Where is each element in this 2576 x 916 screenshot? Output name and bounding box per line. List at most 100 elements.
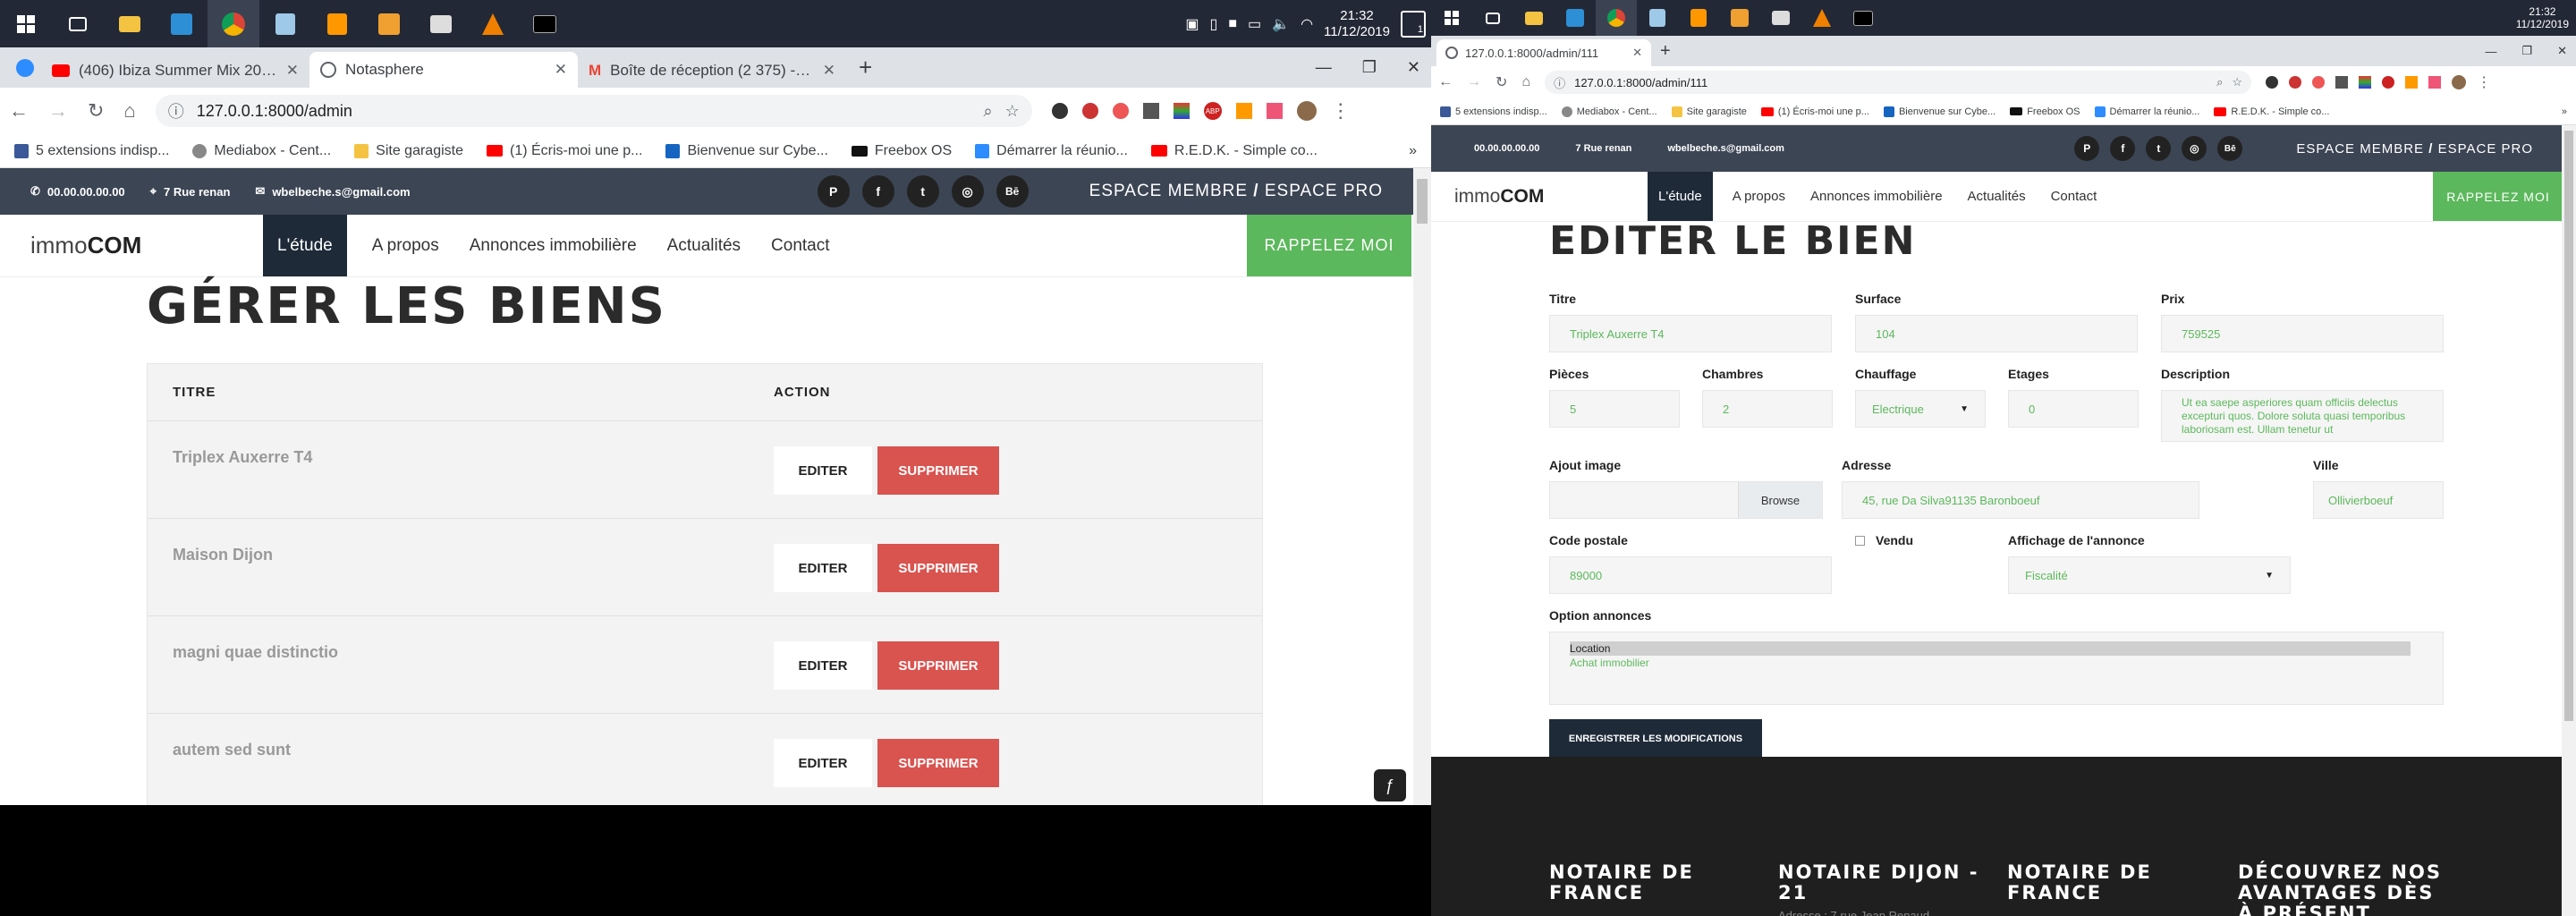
extension-icon[interactable]	[2266, 76, 2279, 89]
extension-icon[interactable]	[2405, 76, 2419, 89]
callback-button[interactable]: RAPPELEZ MOI	[2433, 172, 2563, 221]
vlc-button[interactable]	[1801, 0, 1843, 36]
maximize-icon[interactable]: ❐	[2521, 44, 2532, 58]
forward-icon[interactable]: →	[1467, 74, 1481, 90]
titre-input[interactable]: Triplex Auxerre T4	[1549, 315, 1832, 352]
search-icon[interactable]: ⌕	[2216, 75, 2223, 89]
close-window-icon[interactable]: ✕	[1407, 58, 1420, 77]
bookmark-item[interactable]: Bienvenue sur Cybe...	[665, 143, 828, 159]
cp-input[interactable]: 89000	[1549, 556, 1832, 594]
tab-search-button[interactable]	[9, 52, 41, 84]
vscode-button[interactable]	[1555, 0, 1596, 36]
extension-icon[interactable]	[2428, 76, 2442, 89]
bookmark-item[interactable]: Mediabox - Cent...	[1561, 106, 1657, 117]
back-icon[interactable]: ←	[9, 99, 29, 123]
extension-icon[interactable]	[2335, 76, 2349, 89]
maximize-icon[interactable]: ❐	[1362, 58, 1377, 77]
bookmark-item[interactable]: Site garagiste	[354, 143, 463, 159]
reload-icon[interactable]: ↻	[88, 99, 104, 123]
chrome-button[interactable]	[208, 0, 259, 47]
address-bar[interactable]: ⓘ 127.0.0.1:8000/admin/111 ⌕ ☆	[1545, 71, 2252, 94]
delete-button[interactable]: SUPPRIMER	[877, 739, 999, 787]
bookmark-item[interactable]: 5 extensions indisp...	[1440, 106, 1547, 117]
affichage-select[interactable]: Fiscalité ▼	[2008, 556, 2291, 594]
description-textarea[interactable]: Ut ea saepe asperiores quam officiis del…	[2161, 390, 2444, 442]
volume-icon[interactable]: 🔈	[1272, 15, 1290, 33]
option-item[interactable]: Achat immobilier	[1570, 656, 2411, 670]
new-tab-button[interactable]: +	[846, 54, 885, 81]
bookmark-item[interactable]: Freebox OS	[851, 143, 952, 159]
windows-start-button[interactable]	[1431, 0, 1472, 36]
sublime-button[interactable]	[311, 0, 363, 47]
profile-avatar[interactable]	[2452, 75, 2467, 89]
facebook-icon[interactable]: f	[861, 175, 894, 208]
delete-button[interactable]: SUPPRIMER	[877, 641, 999, 690]
pinterest-icon[interactable]: P	[817, 175, 850, 208]
bookmark-item[interactable]: R.E.D.K. - Simple co...	[2214, 106, 2329, 117]
member-link[interactable]: ESPACE MEMBRE	[2296, 141, 2424, 157]
menu-icon[interactable]: ⋮	[1331, 99, 1351, 123]
facebook-icon[interactable]: f	[2110, 136, 2136, 161]
star-icon[interactable]: ☆	[1005, 102, 1020, 121]
save-button[interactable]: ENREGISTRER LES MODIFICATIONS	[1549, 719, 1762, 759]
delete-button[interactable]: SUPPRIMER	[877, 544, 999, 592]
nav-actualites[interactable]: Actualités	[642, 215, 766, 276]
task-view-button[interactable]	[52, 0, 104, 47]
site-logo[interactable]: immoCOM	[1454, 186, 1648, 208]
chrome-button[interactable]	[1596, 0, 1637, 36]
twitter-icon[interactable]: t	[2146, 136, 2172, 161]
windows-start-button[interactable]	[0, 0, 52, 47]
pro-link[interactable]: ESPACE PRO	[2438, 141, 2533, 157]
nav-annonces[interactable]: Annonces immobilière	[464, 215, 642, 276]
profile-avatar[interactable]	[1296, 101, 1317, 121]
forward-icon[interactable]: →	[48, 99, 68, 123]
pro-link[interactable]: ESPACE PRO	[1265, 182, 1383, 200]
tab-youtube[interactable]: (406) Ibiza Summer Mix 2019 🍓 ✕	[41, 54, 309, 88]
page-scrollbar[interactable]	[2562, 125, 2576, 916]
more-bookmarks-icon[interactable]: »	[2562, 106, 2567, 117]
ville-input[interactable]: Ollivierboeuf	[2313, 481, 2444, 519]
bookmark-item[interactable]: (1) Écris-moi une p...	[487, 143, 642, 159]
notepad-button[interactable]	[1637, 0, 1678, 36]
media-player-button[interactable]	[1719, 0, 1760, 36]
bookmark-item[interactable]: Freebox OS	[2010, 106, 2080, 117]
minimize-icon[interactable]: —	[1316, 58, 1332, 77]
terminal-button[interactable]	[519, 0, 571, 47]
pieces-input[interactable]: 5	[1549, 390, 1680, 428]
extension-icon[interactable]	[2312, 76, 2326, 89]
browse-button[interactable]: Browse	[1738, 482, 1822, 518]
surface-input[interactable]: 104	[1855, 315, 2138, 352]
media-player-button[interactable]	[363, 0, 415, 47]
adblock-icon[interactable]: ABP	[1203, 102, 1222, 120]
behance-icon[interactable]: Bē	[996, 175, 1029, 208]
vlc-button[interactable]	[467, 0, 519, 47]
extension-icon[interactable]	[1051, 103, 1068, 119]
printer-icon[interactable]: ■	[1228, 16, 1237, 32]
chambres-input[interactable]: 2	[1702, 390, 1833, 428]
member-link[interactable]: ESPACE MEMBRE	[1089, 182, 1248, 200]
notepad-button[interactable]	[259, 0, 311, 47]
extension-icon[interactable]	[1235, 103, 1252, 119]
reload-icon[interactable]: ↻	[1496, 73, 1507, 91]
bookmark-item[interactable]: Démarrer la réunio...	[2094, 106, 2199, 117]
usb-icon[interactable]: ▯	[1210, 15, 1218, 33]
more-bookmarks-icon[interactable]: »	[1409, 143, 1417, 159]
dribbble-icon[interactable]: ◎	[951, 175, 984, 208]
nav-contact[interactable]: Contact	[766, 215, 835, 276]
site-logo[interactable]: immoCOM	[30, 232, 263, 259]
photos-button[interactable]	[415, 0, 467, 47]
close-icon[interactable]: ✕	[1632, 46, 1642, 60]
close-icon[interactable]: ✕	[823, 62, 835, 80]
search-icon[interactable]: ⌕	[984, 102, 993, 121]
vendu-checkbox[interactable]	[1855, 535, 1865, 546]
new-tab-button[interactable]: +	[1651, 41, 1680, 62]
pinterest-icon[interactable]: P	[2074, 136, 2100, 161]
nav-apropos[interactable]: A propos	[347, 215, 464, 276]
edit-button[interactable]: EDITER	[774, 641, 872, 690]
clock[interactable]: 21:32 11/12/2019	[1324, 8, 1390, 40]
minimize-icon[interactable]: —	[2485, 45, 2496, 58]
notification-center-button[interactable]: 1	[1401, 10, 1426, 38]
tab-notasphere[interactable]: Notasphere ✕	[309, 52, 578, 88]
nav-etude[interactable]: L'étude	[263, 215, 347, 276]
delete-button[interactable]: SUPPRIMER	[877, 446, 999, 495]
